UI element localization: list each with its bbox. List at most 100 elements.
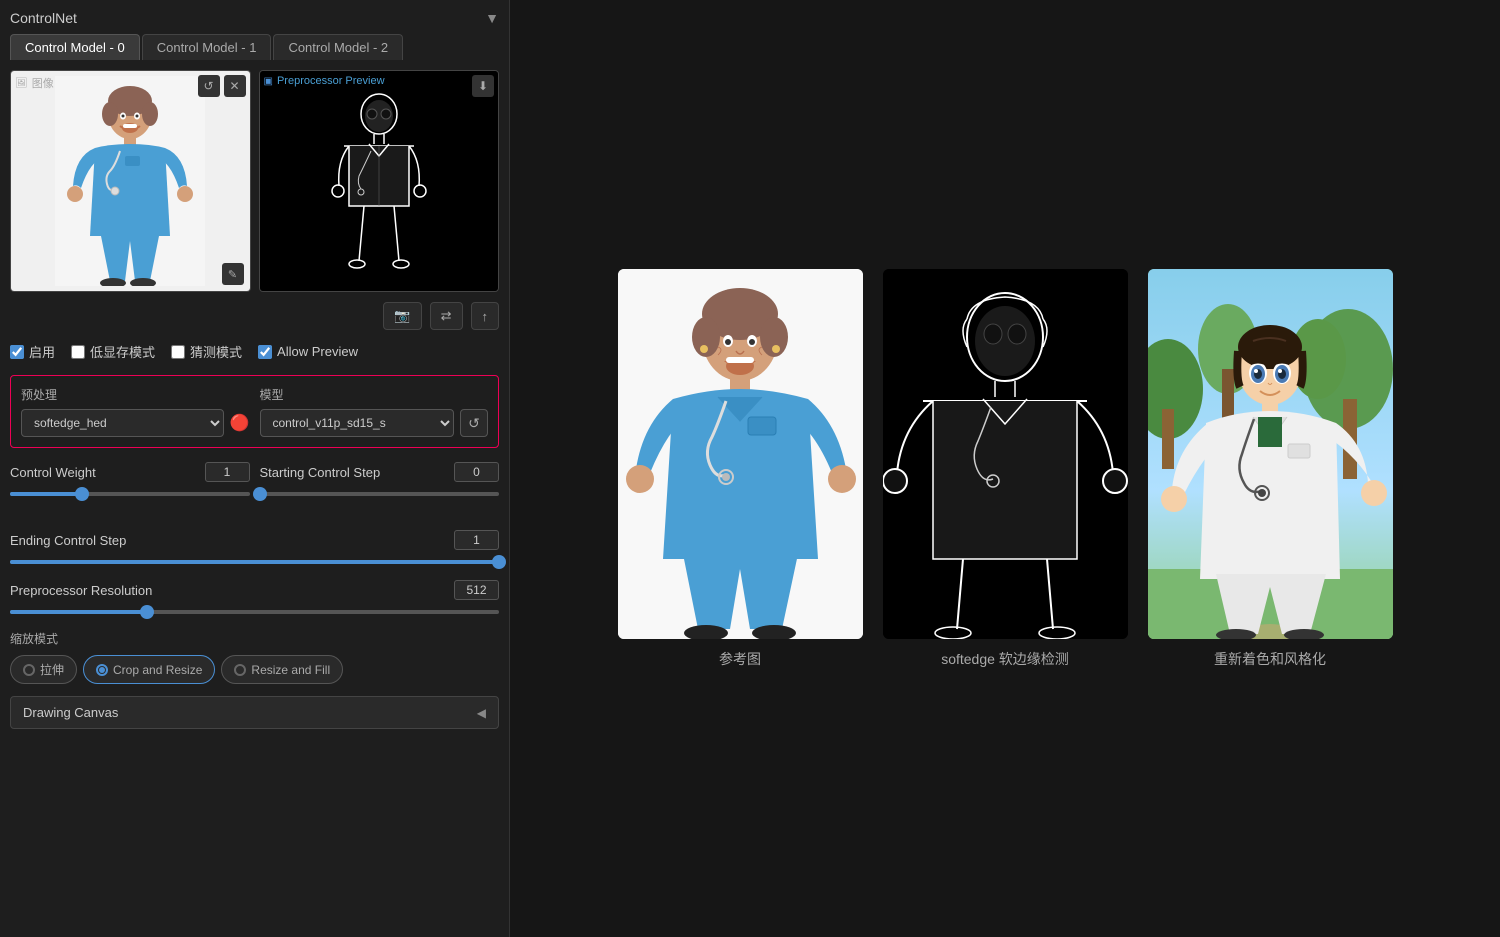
upload-action-btn[interactable]: ↑ [471, 302, 500, 330]
source-image-box: 🖼 图像 ↺ ✕ [10, 70, 251, 292]
output-image-1 [618, 269, 863, 639]
output-image-3 [1148, 269, 1393, 639]
output-anime-svg [1148, 269, 1393, 639]
zoom-stretch-label: 拉伸 [40, 661, 64, 678]
zoom-stretch-btn[interactable]: 拉伸 [10, 655, 77, 684]
preview-image-box: ▣ Preprocessor Preview ⬇ [259, 70, 500, 292]
ending-step-label-row: Ending Control Step 1 [10, 530, 499, 550]
output-caption-2: softedge 软边缘检测 [941, 649, 1069, 669]
control-weight-value[interactable]: 1 [205, 462, 250, 482]
action-buttons-row: 📷 ⇄ ↑ [10, 302, 499, 330]
model-label: 模型 [260, 386, 489, 403]
lowvram-checkbox-item[interactable]: 低显存模式 [71, 342, 155, 361]
source-image-edit-btn[interactable]: ✎ [222, 263, 244, 285]
zoom-crop-resize-btn[interactable]: Crop and Resize [83, 655, 215, 684]
guess-checkbox-item[interactable]: 猜测模式 [171, 342, 242, 361]
zoom-mode-section: 缩放模式 拉伸 Crop and Resize Resize and Fill [10, 630, 499, 684]
preview-checkbox[interactable] [258, 345, 272, 359]
prep-res-slider-container [10, 604, 499, 620]
lowvram-checkbox[interactable] [71, 345, 85, 359]
output-image-3-container: 重新着色和风格化 [1148, 269, 1393, 669]
ending-step-value[interactable]: 1 [454, 530, 499, 550]
prep-res-fill [10, 610, 147, 614]
checkbox-row: 启用 低显存模式 猜测模式 Allow Preview [10, 342, 499, 361]
dual-slider-row: Control Weight 1 Starting Control Step 0 [10, 462, 499, 520]
prep-res-label-row: Preprocessor Resolution 512 [10, 580, 499, 600]
starting-step-slider-container [260, 486, 500, 502]
output-edge-svg [883, 269, 1128, 639]
drawing-canvas-section: Drawing Canvas ◀ [10, 696, 499, 729]
guess-label: 猜测模式 [190, 342, 242, 361]
guess-checkbox[interactable] [171, 345, 185, 359]
tab-control-model-1[interactable]: Control Model - 1 [142, 34, 272, 60]
output-image-1-container: 参考图 [618, 269, 863, 669]
zoom-mode-buttons: 拉伸 Crop and Resize Resize and Fill [10, 655, 499, 684]
starting-control-step-section: Starting Control Step 0 [260, 462, 500, 510]
output-image-2-container: softedge 软边缘检测 [883, 269, 1128, 669]
starting-step-label-row: Starting Control Step 0 [260, 462, 500, 482]
nurse-svg [55, 76, 205, 286]
prep-res-label: Preprocessor Resolution [10, 583, 152, 598]
output-nurse-svg [618, 269, 863, 639]
ending-step-thumb[interactable] [492, 555, 506, 569]
panel-title: ControlNet [10, 10, 77, 26]
preview-image-controls: ⬇ [472, 75, 494, 97]
preprocessor-label: 预处理 [21, 386, 250, 403]
tab-control-model-2[interactable]: Control Model - 2 [273, 34, 403, 60]
output-images: 参考图 [618, 269, 1393, 669]
control-weight-fill [10, 492, 82, 496]
prep-res-thumb[interactable] [140, 605, 154, 619]
zoom-resize-fill-btn[interactable]: Resize and Fill [221, 655, 343, 684]
ending-step-label: Ending Control Step [10, 533, 126, 548]
source-image-close-btn[interactable]: ✕ [224, 75, 246, 97]
right-panel: 参考图 [510, 0, 1500, 937]
control-weight-section: Control Weight 1 [10, 462, 250, 510]
output-caption-1: 参考图 [719, 649, 761, 669]
control-weight-track[interactable] [10, 492, 250, 496]
ending-step-fill [10, 560, 499, 564]
preprocessor-select[interactable]: softedge_hed [21, 409, 224, 437]
drawing-canvas-header[interactable]: Drawing Canvas ◀ [10, 696, 499, 729]
source-image-refresh-btn[interactable]: ↺ [198, 75, 220, 97]
output-caption-3: 重新着色和风格化 [1214, 649, 1326, 669]
drawing-canvas-collapse-icon: ◀ [477, 706, 486, 720]
source-image-label: 🖼 图像 [15, 75, 54, 91]
enable-checkbox-item[interactable]: 启用 [10, 342, 55, 361]
zoom-resize-fill-radio [234, 664, 246, 676]
source-image-controls: ↺ ✕ [198, 75, 246, 97]
ending-step-track[interactable] [10, 560, 499, 564]
starting-step-thumb[interactable] [253, 487, 267, 501]
control-weight-thumb[interactable] [75, 487, 89, 501]
zoom-resize-fill-label: Resize and Fill [251, 663, 330, 677]
zoom-stretch-radio [23, 664, 35, 676]
tab-control-model-0[interactable]: Control Model - 0 [10, 34, 140, 60]
model-select-row: control_v11p_sd15_s ↺ [260, 409, 489, 437]
model-refresh-btn[interactable]: ↺ [460, 409, 488, 437]
tabs-container: Control Model - 0 Control Model - 1 Cont… [10, 34, 499, 60]
camera-action-btn[interactable]: 📷 [383, 302, 421, 330]
zoom-crop-resize-radio [96, 664, 108, 676]
ending-step-slider-container [10, 554, 499, 570]
preview-image-download-btn[interactable]: ⬇ [472, 75, 494, 97]
panel-collapse-button[interactable]: ▼ [485, 10, 499, 26]
starting-step-track[interactable] [260, 492, 500, 496]
preview-image-display [260, 71, 499, 291]
swap-action-btn[interactable]: ⇄ [430, 302, 463, 330]
preprocessor-select-row: softedge_hed 🔴 [21, 409, 250, 437]
model-select[interactable]: control_v11p_sd15_s [260, 409, 455, 437]
preview-checkbox-item[interactable]: Allow Preview [258, 344, 358, 359]
prep-res-value[interactable]: 512 [454, 580, 499, 600]
output-image-2 [883, 269, 1128, 639]
model-row: 预处理 softedge_hed 🔴 模型 control_v11p_sd15_… [21, 386, 488, 437]
control-weight-label: Control Weight [10, 465, 96, 480]
enable-checkbox[interactable] [10, 345, 24, 359]
zoom-mode-label: 缩放模式 [10, 630, 499, 647]
prep-res-track[interactable] [10, 610, 499, 614]
left-panel: ControlNet ▼ Control Model - 0 Control M… [0, 0, 510, 937]
starting-step-value[interactable]: 0 [454, 462, 499, 482]
drawing-canvas-title: Drawing Canvas [23, 705, 118, 720]
enable-label: 启用 [29, 342, 55, 361]
control-weight-slider-container [10, 486, 250, 502]
model-col: 模型 control_v11p_sd15_s ↺ [260, 386, 489, 437]
preprocessor-col: 预处理 softedge_hed 🔴 [21, 386, 250, 437]
